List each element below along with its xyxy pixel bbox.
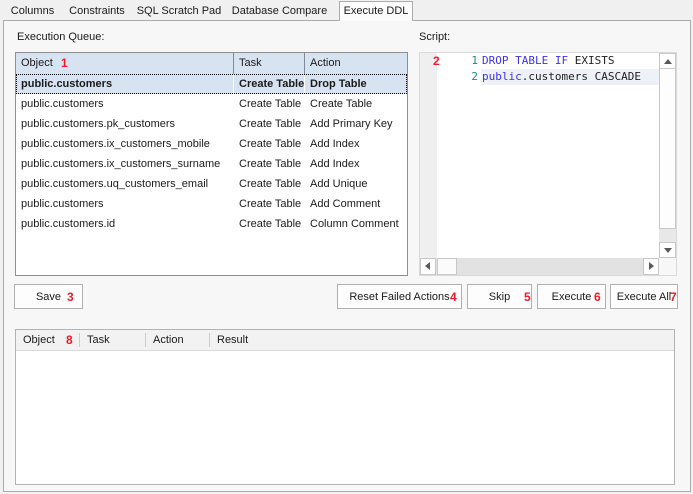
execution-queue-label: Execution Queue: [17,31,104,43]
queue-cell: Create Table [234,154,305,174]
results-header-result[interactable]: Result [210,330,674,350]
arrow-up-icon [664,59,672,64]
queue-cell: public.customers.id [16,214,234,234]
script-editor[interactable]: 1DROP TABLE IF EXISTS2public.customers C… [419,52,677,276]
queue-header-task-label: Task [239,57,262,69]
editor-horizontal-scrollbar[interactable] [420,258,659,275]
queue-cell: Add Index [305,154,407,174]
horizontal-scrollbar-thumb[interactable] [437,258,457,275]
save-button[interactable]: Save 3 [14,284,83,309]
queue-cell: public.customers.ix_customers_mobile [16,134,234,154]
queue-cell: Create Table [234,94,305,114]
scroll-right-button[interactable] [643,258,659,275]
queue-cell: Create Table [234,134,305,154]
queue-cell: Column Comment [305,214,407,234]
annotation-6: 6 [594,291,601,303]
arrow-right-icon [649,262,654,270]
results-header-result-label: Result [217,334,248,346]
arrow-down-icon [664,248,672,253]
results-header-action-label: Action [153,334,184,346]
save-button-label: Save [36,291,61,303]
line-number: 1 [420,53,478,69]
execute-button-label: Execute [552,291,592,303]
script-line-1: 1DROP TABLE IF EXISTS [420,53,660,69]
queue-header-object-label: Object [21,57,53,69]
annotation-4: 4 [450,291,457,303]
script-line-2: 2public.customers CASCADE [420,69,660,85]
tab-constraints[interactable]: Constraints [61,2,133,20]
annotation-5: 5 [524,291,531,303]
queue-header-action-label: Action [310,57,341,69]
queue-cell: Add Index [305,134,407,154]
scroll-down-button[interactable] [659,242,676,258]
queue-row-2[interactable]: public.customers.pk_customersCreate Tabl… [16,114,407,134]
queue-cell: Create Table [234,174,305,194]
queue-header-task[interactable]: Task [234,53,305,74]
queue-row-7[interactable]: public.customers.idCreate TableColumn Co… [16,214,407,234]
queue-cell: Add Primary Key [305,114,407,134]
queue-cell: public.customers.uq_customers_email [16,174,234,194]
queue-cell: Drop Table [305,74,407,94]
queue-row-3[interactable]: public.customers.ix_customers_mobileCrea… [16,134,407,154]
scroll-left-button[interactable] [420,258,436,275]
arrow-left-icon [425,262,430,270]
results-header-object-label: Object [23,334,55,346]
queue-header-action[interactable]: Action [305,53,407,74]
scrollbar-corner [659,258,676,275]
queue-row-6[interactable]: public.customersCreate TableAdd Comment [16,194,407,214]
queue-cell: public.customers [16,194,234,214]
queue-row-1[interactable]: public.customersCreate TableCreate Table [16,94,407,114]
tab-page-panel: Execution Queue: Object Task Action publ… [3,20,691,492]
results-header-action[interactable]: Action [146,330,210,350]
tab-sql-scratch-pad[interactable]: SQL Scratch Pad [133,2,225,20]
results-header-task[interactable]: Task [80,330,146,350]
editor-vertical-scrollbar[interactable] [659,53,676,258]
code-text: DROP TABLE IF EXISTS [482,53,614,69]
execute-all-button[interactable]: Execute All 7 [610,284,678,309]
execution-queue-body: public.customersCreate TableDrop Tablepu… [16,74,407,234]
queue-cell: Create Table [234,74,305,94]
execution-queue-header: Object Task Action [16,53,407,74]
execute-ddl-page: ColumnsConstraintsSQL Scratch PadDatabas… [0,0,693,494]
annotation-3: 3 [67,291,74,303]
annotation-8: 8 [66,334,73,346]
tab-execute-ddl[interactable]: Execute DDL [339,1,413,21]
reset-failed-actions-button[interactable]: Reset Failed Actions 4 [337,284,462,309]
queue-cell: Add Unique [305,174,407,194]
annotation-1: 1 [61,57,68,69]
skip-button-label: Skip [489,291,510,303]
line-number: 2 [420,69,478,85]
code-text: public.customers CASCADE [482,69,641,85]
skip-button[interactable]: Skip 5 [467,284,532,309]
scroll-up-button[interactable] [659,53,676,69]
execution-queue-table: Object Task Action public.customersCreat… [15,52,408,276]
queue-header-object[interactable]: Object [16,53,234,74]
annotation-7: 7 [670,291,677,303]
reset-failed-actions-button-label: Reset Failed Actions [349,291,449,303]
execute-button[interactable]: Execute 6 [537,284,606,309]
script-lines: 1DROP TABLE IF EXISTS2public.customers C… [420,53,660,85]
tab-bar: ColumnsConstraintsSQL Scratch PadDatabas… [0,0,693,21]
results-header: Object Task Action Result [16,330,674,351]
queue-cell: Create Table [234,114,305,134]
queue-cell: Add Comment [305,194,407,214]
queue-cell: public.customers [16,74,234,94]
results-header-task-label: Task [87,334,110,346]
vertical-scrollbar-thumb[interactable] [659,68,676,229]
queue-row-0[interactable]: public.customersCreate TableDrop Table [16,74,407,94]
queue-cell: public.customers.pk_customers [16,114,234,134]
queue-cell: Create Table [234,214,305,234]
queue-row-4[interactable]: public.customers.ix_customers_surnameCre… [16,154,407,174]
tab-columns[interactable]: Columns [4,2,61,20]
queue-cell: Create Table [305,94,407,114]
queue-cell: public.customers.ix_customers_surname [16,154,234,174]
execute-all-button-label: Execute All [617,291,671,303]
queue-row-5[interactable]: public.customers.uq_customers_emailCreat… [16,174,407,194]
results-table: Object Task Action Result [15,329,675,485]
script-label: Script: [419,31,450,43]
queue-cell: Create Table [234,194,305,214]
tab-database-compare[interactable]: Database Compare [225,2,334,20]
queue-cell: public.customers [16,94,234,114]
annotation-2: 2 [433,55,440,67]
